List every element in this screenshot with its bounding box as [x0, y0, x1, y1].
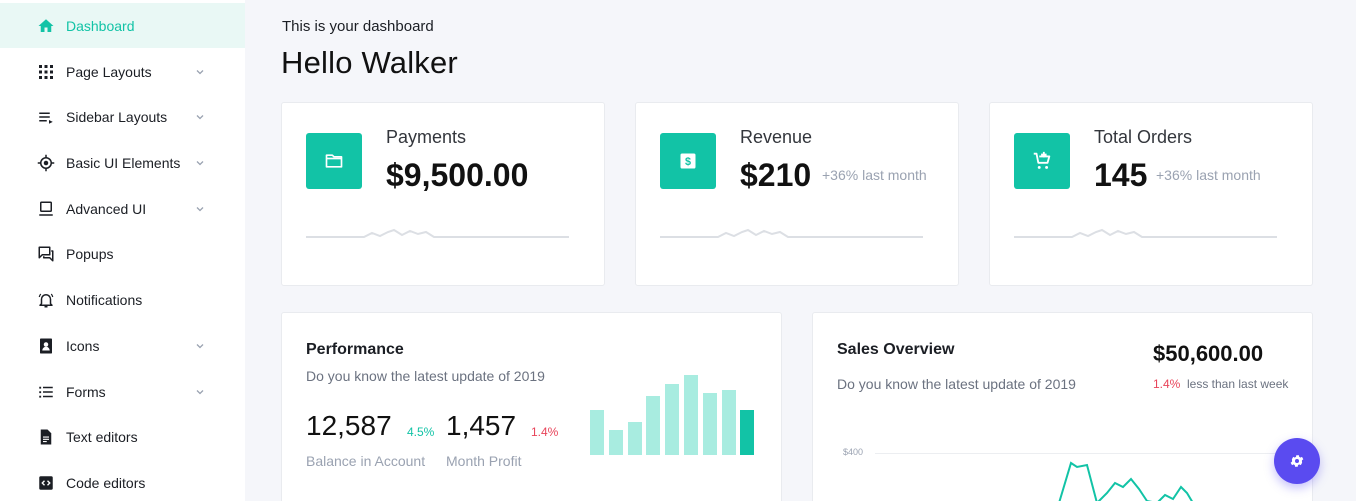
sales-amount: $50,600.00: [1153, 341, 1264, 366]
balance-change: 4.5%: [407, 425, 435, 439]
chevron-down-icon: [196, 206, 204, 211]
sidebar-item-label: Notifications: [66, 291, 143, 308]
sidebar-item-dashboard[interactable]: Dashboard: [0, 3, 245, 48]
list-icon: [37, 383, 55, 401]
y-axis-tick: $400: [843, 447, 864, 457]
stat-label: Payments: [386, 127, 467, 147]
profit-label: Month Profit: [446, 453, 522, 469]
bell-icon: [37, 291, 55, 309]
laptop-icon: [37, 200, 55, 218]
page-title: Hello Walker: [281, 45, 458, 80]
sidebar-item-sidebar-layouts[interactable]: Sidebar Layouts: [0, 94, 245, 139]
sidebar-item-label: Text editors: [66, 428, 138, 445]
panel-title: Performance: [306, 341, 404, 358]
payments-card: Payments $9,500.00: [281, 102, 605, 286]
sales-note: less than last week: [1187, 377, 1289, 391]
sidebar-item-label: Sidebar Layouts: [66, 108, 168, 125]
panel-title: Sales Overview: [837, 341, 955, 358]
chevron-down-icon: [196, 343, 204, 348]
sidebar: Dashboard Page Layouts Sidebar Layouts B…: [0, 0, 245, 501]
profit-value: 1,457: [446, 410, 517, 441]
sidebar-item-forms[interactable]: Forms: [0, 369, 245, 414]
revenue-card: $ Revenue $210 +36% last month: [635, 102, 959, 286]
performance-bar: [721, 390, 736, 455]
code-icon: [37, 474, 55, 492]
sidebar-item-label: Popups: [66, 245, 114, 262]
sidebar-item-label: Code editors: [66, 474, 146, 491]
performance-bar: [702, 393, 717, 455]
panel-subtitle: Do you know the latest update of 2019: [837, 376, 1076, 392]
performance-bar: [665, 384, 680, 455]
stat-value: $210: [740, 157, 812, 193]
performance-bar: [740, 410, 755, 455]
sidebar-item-text-editors[interactable]: Text editors: [0, 414, 245, 459]
sidebar-list-icon: [37, 108, 55, 126]
chat-icon: [37, 245, 55, 263]
performance-card: Performance Do you know the latest updat…: [281, 312, 782, 501]
chevron-down-icon: [196, 160, 204, 165]
settings-button[interactable]: [1274, 438, 1320, 484]
target-icon: [37, 154, 55, 172]
sidebar-item-label: Basic UI Elements: [66, 154, 181, 171]
panel-subtitle: Do you know the latest update of 2019: [306, 368, 545, 384]
performance-bar: [608, 430, 623, 455]
performance-bar: [646, 396, 661, 455]
stat-note: +36% last month: [822, 167, 927, 183]
settings-gear-icon: [1290, 455, 1304, 467]
dollar-icon: $: [660, 133, 716, 189]
sidebar-item-basic-ui-elements[interactable]: Basic UI Elements: [0, 140, 245, 185]
sales-change: 1.4%: [1153, 377, 1181, 391]
chevron-down-icon: [196, 114, 204, 119]
folder-icon: [306, 133, 362, 189]
cart-add-icon: [1014, 133, 1070, 189]
home-icon: [37, 17, 55, 35]
sidebar-item-popups[interactable]: Popups: [0, 231, 245, 276]
stat-value: 145: [1094, 157, 1148, 193]
sales-line-chart: [1058, 461, 1193, 501]
performance-bar-chart: [590, 373, 760, 455]
sidebar-item-label: Page Layouts: [66, 63, 152, 80]
contact-card-icon: [37, 337, 55, 355]
balance-value: 12,587: [306, 410, 392, 441]
dashboard-subtitle: This is your dashboard: [282, 18, 434, 35]
sidebar-item-page-layouts[interactable]: Page Layouts: [0, 49, 245, 94]
document-icon: [37, 428, 55, 446]
sidebar-item-label: Advanced UI: [66, 200, 147, 217]
performance-bar: [627, 422, 642, 455]
chevron-down-icon: [196, 69, 204, 74]
stat-value: $9,500.00: [386, 157, 529, 193]
stat-label: Total Orders: [1094, 127, 1193, 147]
sparkline: [306, 228, 569, 238]
sidebar-item-icons[interactable]: Icons: [0, 323, 245, 368]
sidebar-item-label: Forms: [66, 383, 106, 400]
chevron-down-icon: [196, 389, 204, 394]
balance-label: Balance in Account: [306, 453, 426, 469]
sales-overview-card: Sales Overview Do you know the latest up…: [812, 312, 1313, 501]
sidebar-item-code-editors[interactable]: Code editors: [0, 460, 245, 501]
sparkline: [660, 228, 923, 238]
performance-bar: [590, 410, 604, 455]
performance-bar: [684, 375, 698, 455]
sidebar-item-advanced-ui[interactable]: Advanced UI: [0, 186, 245, 231]
grid-icon: [37, 63, 55, 81]
sidebar-item-label: Dashboard: [66, 17, 135, 34]
stat-label: Revenue: [740, 127, 813, 147]
svg-text:$: $: [685, 156, 691, 168]
profit-change: 1.4%: [531, 425, 559, 439]
sidebar-item-label: Icons: [66, 337, 100, 354]
total-orders-card: Total Orders 145 +36% last month: [989, 102, 1313, 286]
stat-note: +36% last month: [1156, 167, 1261, 183]
sidebar-item-notifications[interactable]: Notifications: [0, 277, 245, 322]
sparkline: [1014, 228, 1277, 238]
